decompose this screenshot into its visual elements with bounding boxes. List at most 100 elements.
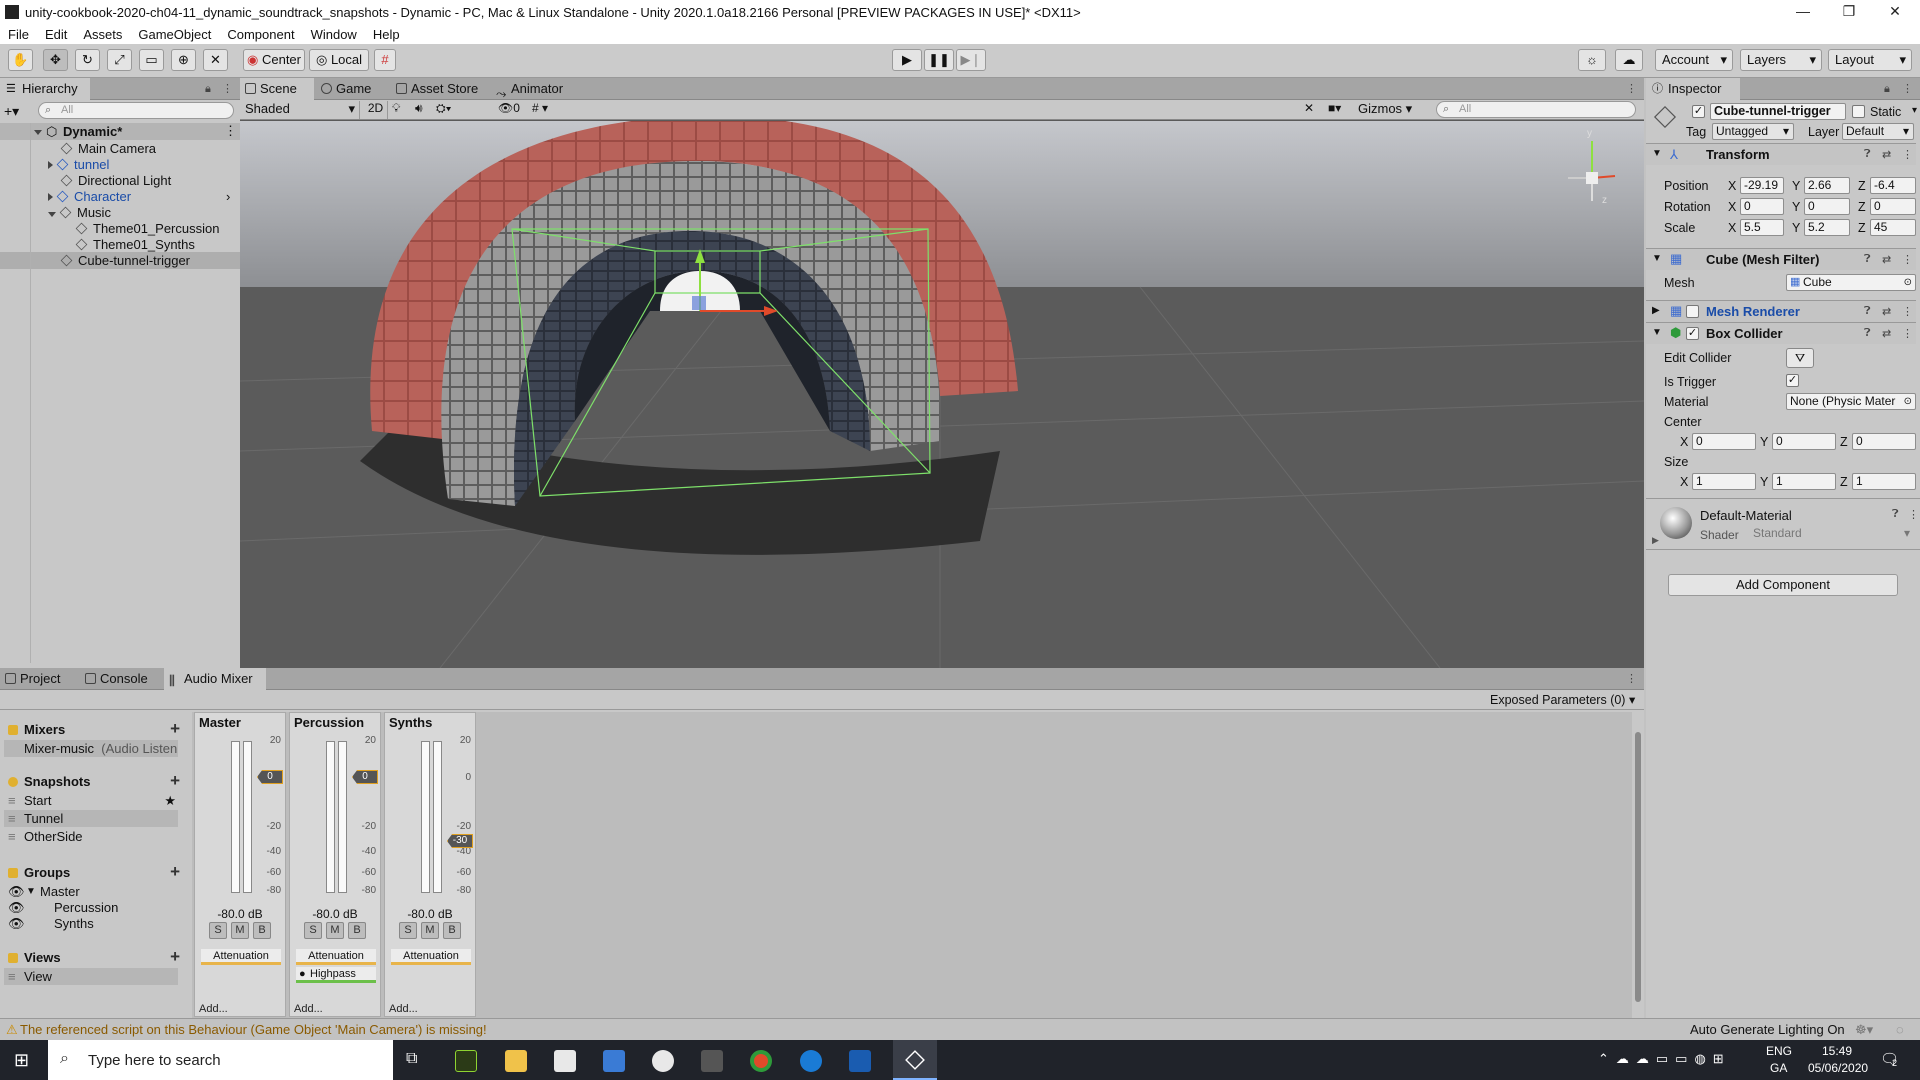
is-trigger-checkbox[interactable]: ✓ — [1786, 374, 1799, 387]
pause-button[interactable]: ❚❚ — [924, 49, 954, 71]
scale-tool-icon[interactable]: ⤢ — [107, 49, 132, 71]
active-checkbox[interactable]: ✓ — [1692, 105, 1705, 118]
menu-help[interactable]: Help — [365, 27, 408, 42]
hierarchy-item-character[interactable]: Character — [48, 189, 131, 205]
tab-animator[interactable]: ⤳ Animator — [491, 78, 577, 101]
tools-icon[interactable]: ✕ — [1304, 101, 1324, 115]
expand-arrow-icon[interactable] — [48, 193, 53, 201]
windows-start-icon[interactable]: ⊞ — [14, 1050, 34, 1070]
rotation-x-field[interactable]: 0 — [1740, 198, 1784, 215]
add-effect-button[interactable]: Add... — [389, 1003, 418, 1015]
create-plus-icon[interactable]: +▾ — [4, 103, 19, 120]
position-z-field[interactable]: -6.4 — [1870, 177, 1916, 194]
clock-time[interactable]: 15:49 — [1822, 1044, 1852, 1058]
custom-tool-icon[interactable]: ✕ — [203, 49, 228, 71]
visibility-eye-icon[interactable]: 👁︎ — [8, 899, 25, 916]
tab-asset-store[interactable]: Asset Store — [391, 78, 487, 100]
shader-dropdown[interactable]: Standard ▾ — [1750, 526, 1914, 543]
add-view-plus-icon[interactable]: + — [170, 948, 180, 965]
move-tool-icon[interactable]: ✥ — [43, 49, 68, 71]
scale-y-field[interactable]: 5.2 — [1804, 219, 1850, 236]
add-effect-button[interactable]: Add... — [294, 1003, 323, 1015]
preset-icon[interactable]: ⇄ — [1882, 253, 1891, 266]
add-group-plus-icon[interactable]: + — [170, 863, 180, 880]
attenuation-effect[interactable]: Attenuation — [391, 949, 471, 965]
audio-toggle-icon[interactable]: 🔊︎ — [415, 101, 435, 116]
preset-icon[interactable]: ⇄ — [1882, 148, 1891, 161]
menu-component[interactable]: Component — [219, 27, 302, 42]
hierarchy-item-directional-light[interactable]: Directional Light — [60, 173, 171, 189]
visibility-eye-icon[interactable]: 👁︎ — [8, 915, 25, 932]
scrollbar-thumb[interactable] — [1635, 732, 1641, 1002]
help-icon[interactable]: ❓︎ — [1864, 253, 1871, 266]
cloud-icon[interactable]: ☁ — [1615, 49, 1643, 71]
tab-game[interactable]: Game — [316, 78, 386, 100]
edit-collider-button[interactable]: ⛛ — [1786, 348, 1814, 368]
hierarchy-item-tunnel[interactable]: tunnel — [48, 157, 109, 173]
help-icon[interactable]: ❓︎ — [1892, 508, 1899, 521]
task-view-icon[interactable]: ⧉ — [406, 1050, 428, 1070]
dreamweaver-icon[interactable] — [455, 1050, 477, 1072]
minimize-button[interactable]: — — [1780, 0, 1826, 24]
object-picker-icon[interactable]: ⊙ — [1903, 394, 1912, 409]
lock-icon[interactable]: 🔒︎ — [205, 83, 211, 96]
hierarchy-item-main-camera[interactable]: Main Camera — [60, 141, 156, 157]
mesh-filter-header[interactable]: ▼ ▦ Cube (Mesh Filter) ❓︎ ⇄ ⋮ — [1646, 248, 1916, 270]
tab-hierarchy[interactable]: ☰ Hierarchy — [0, 78, 90, 100]
static-dropdown-icon[interactable]: ▾ — [1912, 105, 1917, 116]
file-explorer-icon[interactable] — [505, 1050, 527, 1072]
mute-button[interactable]: M — [326, 922, 344, 939]
object-name-field[interactable]: Cube-tunnel-trigger — [1710, 103, 1846, 120]
hierarchy-item-synths[interactable]: Theme01_Synths — [75, 237, 195, 253]
collab-icon[interactable]: ☼ — [1578, 49, 1606, 71]
star-icon[interactable]: ★ — [164, 792, 176, 809]
mixer-scrollbar[interactable] — [1632, 712, 1644, 1018]
hierarchy-search-input[interactable]: ⌕ All — [38, 102, 234, 119]
center-z-field[interactable]: 0 — [1852, 433, 1916, 450]
store-icon[interactable] — [603, 1050, 625, 1072]
grid-snap-icon[interactable]: # — [374, 49, 396, 71]
object-picker-icon[interactable]: ⊙ — [1904, 275, 1912, 290]
component-kebab-icon[interactable]: ⋮ — [1902, 148, 1913, 161]
group-item-synths[interactable]: 👁︎ Synths — [4, 915, 178, 932]
add-component-button[interactable]: Add Component — [1668, 574, 1898, 596]
layers-dropdown[interactable]: Layers ▾ — [1740, 49, 1822, 71]
exposed-parameters-dropdown[interactable]: Exposed Parameters (0) ▾ — [1490, 692, 1638, 707]
drag-handle-icon[interactable]: ≡ — [8, 792, 16, 809]
preset-icon[interactable]: ⇄ — [1882, 305, 1891, 318]
scale-z-field[interactable]: 45 — [1870, 219, 1916, 236]
outlook-icon[interactable] — [849, 1050, 871, 1072]
hand-tool-icon[interactable]: ✋ — [8, 49, 33, 71]
menu-edit[interactable]: Edit — [37, 27, 75, 42]
box-collider-enabled-checkbox[interactable]: ✓ — [1686, 327, 1699, 340]
preset-icon[interactable]: ⇄ — [1882, 327, 1891, 340]
attenuation-effect[interactable]: Attenuation — [201, 949, 281, 965]
scene-viewport[interactable]: y z — [240, 121, 1644, 668]
visibility-eye-icon[interactable]: 👁︎ — [8, 883, 25, 900]
center-x-field[interactable]: 0 — [1692, 433, 1756, 450]
keyboard-layout-indicator[interactable]: GA — [1770, 1061, 1787, 1075]
add-mixer-plus-icon[interactable]: + — [170, 720, 180, 737]
tab-project[interactable]: Project — [0, 668, 78, 690]
camera-settings-icon[interactable]: ■▾ — [1328, 101, 1352, 115]
center-y-field[interactable]: 0 — [1772, 433, 1836, 450]
transform-header[interactable]: ▼ ⅄ Transform ❓︎ ⇄ ⋮ — [1646, 143, 1916, 165]
box-collider-header[interactable]: ▼ ⬢ ✓ Box Collider ❓︎ ⇄ ⋮ — [1646, 322, 1916, 344]
drag-handle-icon[interactable]: ≡ — [8, 828, 16, 845]
language-indicator[interactable]: ENG — [1766, 1044, 1792, 1058]
kebab-menu-icon[interactable]: ⋮ — [1902, 82, 1913, 95]
unity-hub-icon[interactable] — [554, 1050, 576, 1072]
pivot-center-button[interactable]: ◉ Center — [243, 49, 305, 71]
bypass-button[interactable]: B — [253, 922, 271, 939]
physic-material-field[interactable]: None (Physic Mater ⊙ — [1786, 393, 1916, 410]
group-item-percussion[interactable]: 👁︎ Percussion — [4, 899, 178, 916]
expand-arrow-icon[interactable]: ▶ — [1652, 535, 1659, 546]
account-dropdown[interactable]: Account ▾ — [1655, 49, 1733, 71]
toggle-2d-button[interactable]: 2D — [364, 101, 388, 119]
mixer-item[interactable]: Mixer-music (Audio Listen — [4, 740, 178, 757]
scene-kebab-icon[interactable]: ⋮ — [1626, 82, 1637, 95]
layout-dropdown[interactable]: Layout ▾ — [1828, 49, 1912, 71]
drag-handle-icon[interactable]: ≡ — [8, 810, 16, 827]
taskbar-search-box[interactable]: ⌕ Type here to search — [48, 1040, 393, 1080]
snapshot-item-start[interactable]: ≡ Start ★ — [4, 792, 178, 809]
